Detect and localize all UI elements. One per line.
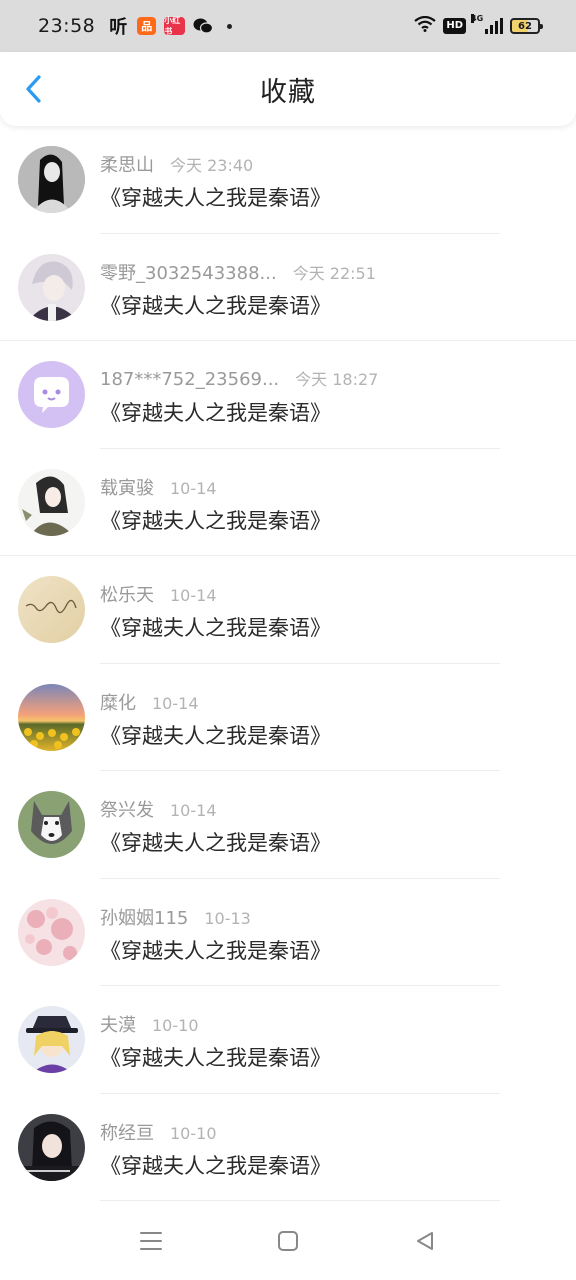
signal-icon: 4G — [471, 14, 503, 34]
list-item[interactable]: 187***752_23569... 今天 18:27 《穿越夫人之我是秦语》 — [0, 341, 576, 449]
xiaohongshu-app-icon: 小红书 — [164, 16, 186, 36]
list-item[interactable]: 零野_3032543388... 今天 22:51 《穿越夫人之我是秦语》 — [0, 234, 576, 342]
timestamp: 10-14 — [170, 478, 217, 498]
ting-app-icon: 听 — [109, 17, 128, 38]
avatar — [18, 468, 85, 536]
avatar — [18, 791, 85, 858]
timestamp: 今天 23:40 — [170, 156, 254, 175]
menu-icon — [140, 1232, 162, 1250]
wechat-icon — [193, 17, 214, 35]
book-title: 《穿越夫人之我是秦语》 — [100, 508, 331, 533]
timestamp: 今天 18:27 — [295, 370, 379, 389]
timestamp: 10-10 — [170, 1123, 217, 1143]
avatar — [18, 1113, 85, 1181]
list-item[interactable]: 夫漠 10-10 《穿越夫人之我是秦语》 — [0, 986, 576, 1094]
chevron-left-icon — [26, 75, 41, 103]
status-time: 23:58 — [38, 15, 96, 37]
wifi-icon — [414, 15, 437, 36]
user-name: 松乐天 — [100, 585, 154, 606]
network-type-label: 4G — [471, 14, 484, 23]
user-name: 柔思山 — [100, 155, 154, 176]
timestamp: 10-13 — [204, 908, 251, 928]
home-button[interactable] — [275, 1228, 301, 1254]
list-item[interactable]: 称经亘 10-10 《穿越夫人之我是秦语》 — [0, 1094, 576, 1202]
battery-icon: 62 — [510, 18, 543, 34]
list-item[interactable]: 祭兴发 10-14 《穿越夫人之我是秦语》 — [0, 771, 576, 879]
back-button[interactable] — [16, 72, 50, 106]
user-name: 称经亘 — [100, 1122, 154, 1144]
page-title: 收藏 — [260, 76, 316, 108]
book-title: 《穿越夫人之我是秦语》 — [100, 723, 331, 748]
avatar — [18, 576, 85, 643]
avatar — [18, 253, 85, 321]
user-name: 糜化 — [100, 692, 136, 714]
book-title: 《穿越夫人之我是秦语》 — [100, 293, 331, 318]
book-title: 《穿越夫人之我是秦语》 — [100, 401, 331, 425]
avatar — [18, 683, 85, 751]
favorites-list: 柔思山 今天 23:40 《穿越夫人之我是秦语》 零野_3032543388...… — [0, 126, 576, 1201]
battery-level: 62 — [518, 20, 532, 32]
orange-app-icon: 品 — [137, 17, 157, 35]
list-item[interactable]: 载寅骏 10-14 《穿越夫人之我是秦语》 — [0, 449, 576, 557]
avatar — [18, 898, 85, 966]
hd-voice-icon: HD — [443, 18, 466, 34]
user-name: 祭兴发 — [100, 800, 154, 821]
list-item[interactable]: 松乐天 10-14 《穿越夫人之我是秦语》 — [0, 556, 576, 664]
list-item[interactable]: 孙姻姻115 10-13 《穿越夫人之我是秦语》 — [0, 879, 576, 987]
book-title: 《穿越夫人之我是秦语》 — [100, 1153, 331, 1178]
notification-icons: 听 品 小红书 — [107, 16, 233, 38]
timestamp: 今天 22:51 — [292, 263, 376, 283]
timestamp: 10-14 — [170, 801, 217, 820]
home-square-icon — [278, 1231, 298, 1251]
back-triangle-icon — [417, 1232, 433, 1250]
nav-back-button[interactable] — [412, 1228, 438, 1254]
status-bar: 23:58 听 品 小红书 HD 4G 62 — [0, 0, 576, 52]
user-name: 187***752_23569... — [100, 369, 280, 390]
book-title: 《穿越夫人之我是秦语》 — [100, 831, 331, 855]
book-title: 《穿越夫人之我是秦语》 — [100, 938, 331, 963]
timestamp: 10-14 — [152, 693, 199, 713]
system-nav-bar — [0, 1202, 576, 1280]
menu-button[interactable] — [138, 1228, 164, 1254]
user-name: 零野_3032543388... — [100, 262, 277, 284]
list-item[interactable]: 糜化 10-14 《穿越夫人之我是秦语》 — [0, 664, 576, 772]
user-name: 夫漠 — [100, 1015, 136, 1036]
timestamp: 10-10 — [152, 1016, 199, 1035]
user-name: 载寅骏 — [100, 477, 154, 499]
book-title: 《穿越夫人之我是秦语》 — [100, 616, 331, 640]
avatar — [18, 1006, 85, 1073]
user-name: 孙姻姻115 — [100, 907, 189, 929]
list-item[interactable]: 柔思山 今天 23:40 《穿越夫人之我是秦语》 — [0, 126, 576, 234]
avatar — [18, 361, 85, 428]
more-notifications-dot — [227, 23, 233, 29]
book-title: 《穿越夫人之我是秦语》 — [100, 1046, 331, 1070]
avatar — [18, 146, 85, 213]
timestamp: 10-14 — [170, 586, 217, 605]
app-header: 收藏 — [0, 52, 576, 126]
book-title: 《穿越夫人之我是秦语》 — [100, 186, 331, 210]
